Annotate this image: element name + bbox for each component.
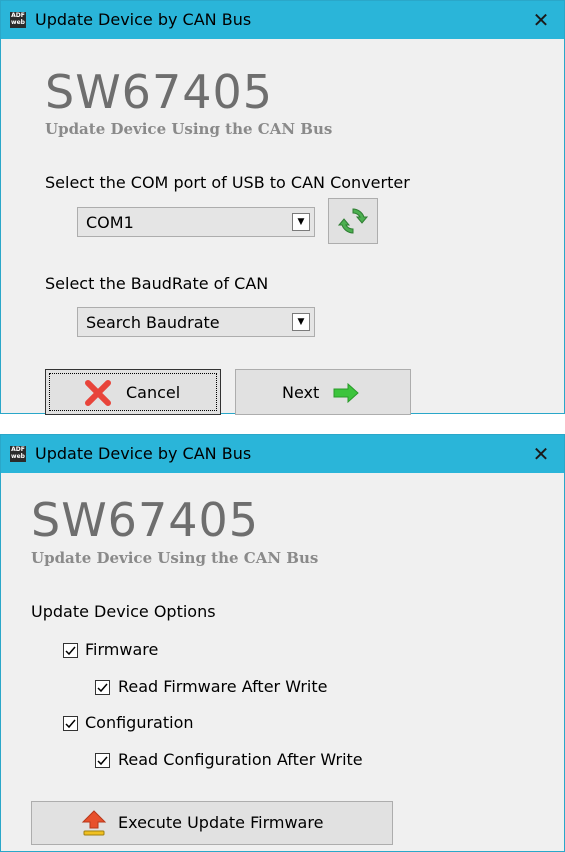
- read-firmware-checkbox[interactable]: [95, 680, 110, 695]
- configuration-label: Configuration: [85, 713, 194, 732]
- product-code: SW67405: [31, 493, 260, 547]
- refresh-ports-button[interactable]: [328, 198, 378, 244]
- checkmark-icon: [65, 646, 76, 656]
- read-configuration-label: Read Configuration After Write: [118, 750, 363, 769]
- close-icon[interactable]: ✕: [518, 1, 564, 39]
- execute-update-label: Execute Update Firmware: [118, 813, 324, 832]
- product-subtitle: Update Device Using the CAN Bus: [45, 120, 333, 138]
- window-title: Update Device by CAN Bus: [35, 444, 252, 463]
- next-button[interactable]: Next: [235, 369, 411, 415]
- checkmark-icon: [65, 719, 76, 729]
- adfweb-app-icon: ADF web: [10, 446, 26, 462]
- firmware-label: Firmware: [85, 640, 159, 659]
- next-label: Next: [282, 383, 320, 402]
- arrow-right-icon: [333, 383, 359, 403]
- com-port-label: Select the COM port of USB to CAN Conver…: [45, 173, 410, 192]
- update-options-label: Update Device Options: [31, 602, 216, 621]
- title-bar[interactable]: ADF web Update Device by CAN Bus ✕: [1, 435, 564, 473]
- firmware-checkbox[interactable]: [63, 643, 78, 658]
- refresh-icon: [337, 208, 369, 234]
- chevron-down-icon[interactable]: ▼: [292, 313, 310, 331]
- title-bar[interactable]: ADF web Update Device by CAN Bus ✕: [1, 1, 564, 39]
- product-subtitle: Update Device Using the CAN Bus: [31, 549, 319, 567]
- checkmark-icon: [97, 756, 108, 766]
- read-configuration-checkbox[interactable]: [95, 753, 110, 768]
- upload-icon: [81, 810, 107, 836]
- cancel-label: Cancel: [126, 383, 181, 402]
- cancel-button[interactable]: Cancel: [45, 369, 221, 415]
- com-port-select[interactable]: COM1 ▼: [77, 207, 315, 237]
- close-icon[interactable]: ✕: [518, 435, 564, 473]
- com-port-value: COM1: [86, 213, 134, 232]
- baudrate-value: Search Baudrate: [86, 313, 220, 332]
- adfweb-app-icon: ADF web: [10, 12, 26, 28]
- baudrate-label: Select the BaudRate of CAN: [45, 274, 269, 293]
- product-code: SW67405: [45, 65, 274, 119]
- update-device-window-options: ADF web Update Device by CAN Bus ✕ SW674…: [0, 434, 565, 852]
- cancel-icon: [85, 380, 111, 406]
- execute-update-firmware-button[interactable]: Execute Update Firmware: [31, 801, 393, 845]
- update-device-window-com: ADF web Update Device by CAN Bus ✕ SW674…: [0, 0, 565, 415]
- baudrate-select[interactable]: Search Baudrate ▼: [77, 307, 315, 337]
- chevron-down-icon[interactable]: ▼: [292, 213, 310, 231]
- window-title: Update Device by CAN Bus: [35, 10, 252, 29]
- read-firmware-label: Read Firmware After Write: [118, 677, 328, 696]
- configuration-checkbox[interactable]: [63, 716, 78, 731]
- checkmark-icon: [97, 683, 108, 693]
